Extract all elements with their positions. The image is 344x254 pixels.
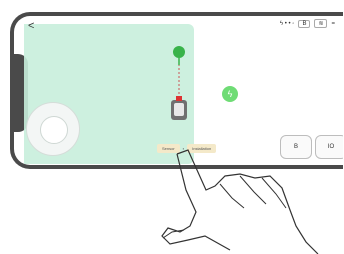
hand-overlay xyxy=(161,149,319,254)
